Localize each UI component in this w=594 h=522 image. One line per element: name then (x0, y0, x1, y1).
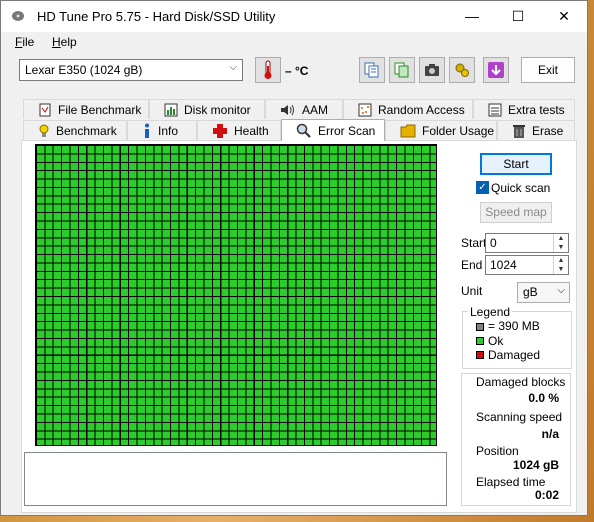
info-icon (145, 123, 149, 138)
screenshot-button[interactable] (419, 57, 445, 83)
start-field[interactable]: 0 ▲ ▼ (485, 233, 569, 253)
menu-help[interactable]: Help (52, 35, 77, 49)
speaker-icon (281, 104, 294, 115)
maximize-button[interactable]: ☐ (495, 1, 541, 32)
download-icon (488, 62, 504, 78)
tab-benchmark[interactable]: Benchmark (23, 120, 127, 140)
legend-damaged-label: Damaged (488, 348, 541, 362)
options-button[interactable] (449, 57, 475, 83)
random-access-icon (358, 103, 372, 116)
end-field-value: 1024 (490, 258, 517, 272)
window-title: HD Tune Pro 5.75 - Hard Disk/SSD Utility (37, 9, 276, 24)
menu-file-rest: ile (22, 35, 35, 49)
file-benchmark-icon (39, 103, 51, 116)
damaged-blocks-value: 0.0 % (528, 391, 559, 405)
benchmark-icon (39, 124, 49, 137)
unit-select[interactable]: gB ⌵ (517, 282, 570, 303)
unit-select-value: gB (523, 285, 538, 299)
quick-scan-checkbox[interactable]: ✓ (476, 181, 489, 194)
drive-select-value: Lexar E350 (1024 gB) (25, 63, 143, 77)
menu-help-rest: elp (60, 35, 77, 49)
spin-down-icon[interactable]: ▼ (553, 265, 568, 274)
legend-ok-swatch (476, 337, 484, 345)
tab-random-access[interactable]: Random Access (343, 99, 473, 119)
tab-info[interactable]: Info (127, 120, 197, 140)
spin-up-icon[interactable]: ▲ (553, 256, 568, 265)
legend-damaged-swatch (476, 351, 484, 359)
scan-block-map (35, 144, 437, 446)
tab-label: AAM (302, 102, 329, 117)
camera-icon (425, 64, 439, 76)
end-field-label: End (461, 258, 483, 272)
title-bar[interactable]: HD Tune Pro 5.75 - Hard Disk/SSD Utility… (1, 1, 587, 32)
menu-bar: File Help (1, 32, 587, 52)
trash-icon (513, 124, 525, 138)
tab-file-benchmark[interactable]: File Benchmark (23, 99, 149, 119)
close-button[interactable]: ✕ (541, 1, 587, 32)
position-value: 1024 gB (512, 458, 559, 472)
app-disk-icon (12, 11, 24, 21)
tab-disk-monitor[interactable]: Disk monitor (149, 99, 265, 119)
app-window: HD Tune Pro 5.75 - Hard Disk/SSD Utility… (0, 0, 588, 516)
minimize-button[interactable]: — (449, 1, 495, 32)
tab-label: Extra tests (508, 102, 565, 117)
health-cross-icon (213, 123, 227, 138)
chevron-down-icon: ⌵ (557, 285, 565, 296)
end-field[interactable]: 1024 ▲ ▼ (485, 255, 569, 275)
disk-monitor-icon (164, 103, 178, 116)
copy-screenshot-icon (394, 62, 409, 78)
spin-down-icon[interactable]: ▼ (553, 243, 568, 252)
tab-health[interactable]: Health (197, 120, 281, 140)
exit-button[interactable]: Exit (521, 57, 575, 83)
thermometer-icon (264, 60, 272, 79)
legend-block-size-label: = 390 MB (488, 319, 540, 333)
tab-label: Info (158, 123, 179, 138)
folder-icon (400, 124, 416, 137)
elapsed-time-label: Elapsed time (476, 475, 546, 489)
tab-label: Folder Usage (422, 123, 495, 138)
tab-label: File Benchmark (58, 102, 142, 117)
legend-title: Legend (468, 305, 513, 319)
start-field-label: Start (461, 236, 487, 250)
extra-tests-icon (488, 103, 502, 116)
copy-screenshot-button[interactable] (389, 57, 415, 83)
tab-label: Error Scan (318, 123, 376, 138)
tab-label: Benchmark (56, 123, 117, 138)
position-label: Position (476, 444, 519, 458)
scanning-speed-value: n/a (541, 427, 559, 441)
save-button[interactable] (483, 57, 509, 83)
drive-select[interactable]: Lexar E350 (1024 gB) ⌵ (19, 59, 243, 81)
start-field-value: 0 (490, 236, 497, 250)
menu-help-mnemonic: H (52, 35, 61, 49)
tab-folder-usage[interactable]: Folder Usage (385, 120, 497, 140)
tab-label: Disk monitor (184, 102, 251, 117)
menu-file[interactable]: File (15, 35, 34, 49)
copy-info-icon (364, 62, 379, 78)
temperature-readout: – °C (285, 64, 309, 78)
tab-error-scan[interactable]: Error Scan (281, 119, 385, 141)
tab-aam[interactable]: AAM (265, 99, 343, 119)
options-icon (455, 63, 469, 77)
quick-scan-label: Quick scan (491, 181, 551, 195)
temperature-button[interactable] (255, 57, 281, 83)
tab-label: Health (234, 123, 269, 138)
scan-log[interactable] (24, 452, 447, 506)
legend-ok-label: Ok (488, 334, 504, 348)
magnifier-icon (296, 123, 311, 138)
tab-erase[interactable]: Erase (497, 120, 575, 140)
unit-label: Unit (461, 284, 483, 298)
toolbar: Lexar E350 (1024 gB) ⌵ – °C Exit (1, 52, 587, 92)
speed-map-button: Speed map (480, 202, 552, 223)
elapsed-time-value: 0:02 (534, 488, 559, 502)
tab-label: Erase (532, 123, 564, 138)
spin-up-icon[interactable]: ▲ (553, 234, 568, 243)
tab-label: Random Access (378, 102, 465, 117)
legend-block-size-swatch (476, 323, 484, 331)
chevron-down-icon: ⌵ (229, 62, 237, 73)
scanning-speed-label: Scanning speed (476, 410, 563, 424)
damaged-blocks-label: Damaged blocks (476, 375, 566, 389)
start-button[interactable]: Start (480, 153, 552, 175)
copy-info-button[interactable] (359, 57, 385, 83)
tab-extra-tests[interactable]: Extra tests (473, 99, 575, 119)
